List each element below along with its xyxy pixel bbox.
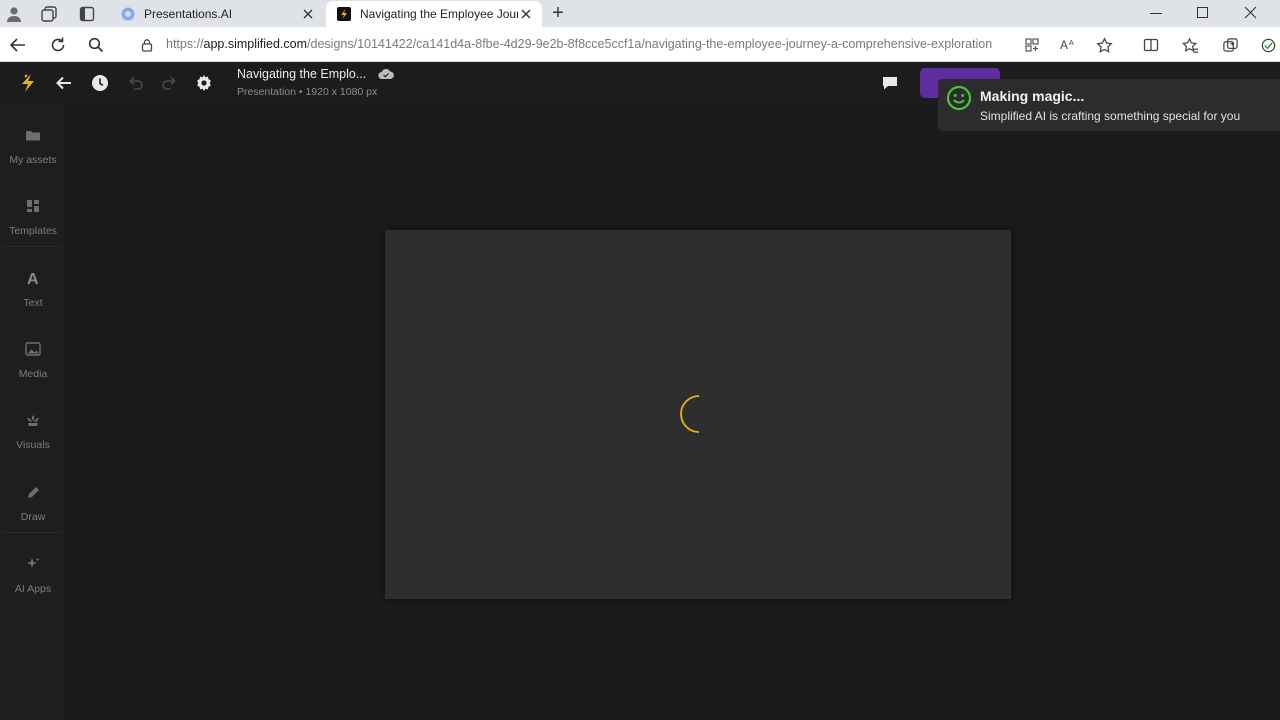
sidebar-item-label: Media <box>18 368 48 380</box>
vertical-tabs-icon[interactable] <box>78 5 96 23</box>
tab-navigating-employee-journey[interactable]: Navigating the Employee Journe <box>326 1 542 27</box>
loading-spinner-icon <box>675 392 719 436</box>
favorites-icon[interactable] <box>1180 35 1200 55</box>
refresh-icon[interactable] <box>48 35 68 55</box>
url-path: /designs/10141422/ca141d4a-8fbe-4d29-9e2… <box>307 37 993 51</box>
tab-presentations-ai[interactable]: Presentations.AI <box>110 1 324 27</box>
read-aloud-icon[interactable]: AA <box>1058 35 1078 55</box>
browser-tab-strip: Presentations.AI Navigating the Employee… <box>0 0 1280 27</box>
slide-canvas[interactable] <box>385 230 1011 599</box>
maximize-icon[interactable] <box>1197 7 1208 18</box>
image-icon <box>22 338 44 360</box>
apps-icon[interactable] <box>1022 35 1042 55</box>
tab-title: Navigating the Employee Journe <box>360 7 518 21</box>
sidebar-item-label: Templates <box>9 225 57 237</box>
browser-toolbar: https://app.simplified.com/designs/10141… <box>0 27 1280 62</box>
text-icon: A <box>22 267 44 289</box>
templates-icon <box>22 195 44 217</box>
tab-title: Presentations.AI <box>144 7 233 21</box>
svg-text:A: A <box>1069 40 1074 47</box>
sidebar-item-label: AI Apps <box>14 583 52 595</box>
sidebar-item-text[interactable]: A Text <box>0 247 66 317</box>
profile-icon[interactable] <box>5 5 23 23</box>
left-sidebar: My assets Templates A Text Media Visuals… <box>0 104 66 720</box>
new-tab-button[interactable]: + <box>549 3 567 23</box>
lock-icon[interactable] <box>140 38 154 52</box>
comment-icon[interactable] <box>878 71 902 95</box>
redo-icon[interactable] <box>157 71 181 95</box>
sidebar-item-label: Text <box>23 297 43 309</box>
url-host: app.simplified.com <box>203 37 308 51</box>
sidebar-item-draw[interactable]: Draw <box>0 461 66 531</box>
document-title[interactable]: Navigating the Emplo... <box>237 67 366 81</box>
settings-gear-icon[interactable] <box>192 71 216 95</box>
svg-text:A: A <box>27 271 39 286</box>
sidebar-item-label: Draw <box>20 511 46 523</box>
making-magic-toast: Making magic... Simplified AI is craftin… <box>938 79 1280 131</box>
toast-message: Simplified AI is crafting something spec… <box>980 109 1241 123</box>
address-bar[interactable]: https://app.simplified.com/designs/10141… <box>132 30 1092 59</box>
cloud-saved-icon <box>378 67 394 80</box>
simplified-logo-icon[interactable] <box>16 71 40 95</box>
sidebar-item-label: My assets <box>9 154 57 166</box>
sidebar-item-visuals[interactable]: Visuals <box>0 389 66 459</box>
sidebar-item-ai-apps[interactable]: AI Apps <box>0 533 66 603</box>
undo-icon[interactable] <box>124 71 148 95</box>
folder-icon <box>22 124 44 146</box>
close-icon[interactable] <box>300 6 316 22</box>
url-prefix: https:// <box>166 37 204 51</box>
extensions-icon[interactable] <box>1258 35 1278 55</box>
sidebar-item-my-assets[interactable]: My assets <box>0 104 66 174</box>
sidebar-item-media[interactable]: Media <box>0 318 66 388</box>
favorite-star-icon[interactable] <box>1094 35 1114 55</box>
sidebar-item-templates[interactable]: Templates <box>0 175 66 245</box>
svg-text:A: A <box>1060 38 1068 52</box>
minimize-icon[interactable] <box>1150 13 1162 14</box>
smiley-icon <box>946 85 972 111</box>
history-clock-icon[interactable] <box>88 71 112 95</box>
sidebar-item-label: Visuals <box>16 439 50 451</box>
collections-icon[interactable] <box>1220 35 1240 55</box>
visuals-icon <box>22 409 44 431</box>
back-arrow-icon[interactable] <box>8 35 28 55</box>
workspaces-icon[interactable] <box>40 5 58 23</box>
document-subtitle: Presentation • 1920 x 1080 px <box>237 86 378 98</box>
close-icon[interactable] <box>518 6 534 22</box>
window-close-icon[interactable] <box>1244 6 1257 19</box>
back-arrow-icon[interactable] <box>52 71 76 95</box>
sparkle-icon <box>22 553 44 575</box>
simplified-favicon <box>336 6 352 22</box>
url-text[interactable]: https://app.simplified.com/designs/10141… <box>166 37 992 51</box>
presentations-ai-favicon <box>120 6 136 22</box>
pencil-icon <box>22 481 44 503</box>
search-icon[interactable] <box>86 35 106 55</box>
split-screen-icon[interactable] <box>1141 35 1161 55</box>
toast-title: Making magic... <box>980 88 1085 104</box>
